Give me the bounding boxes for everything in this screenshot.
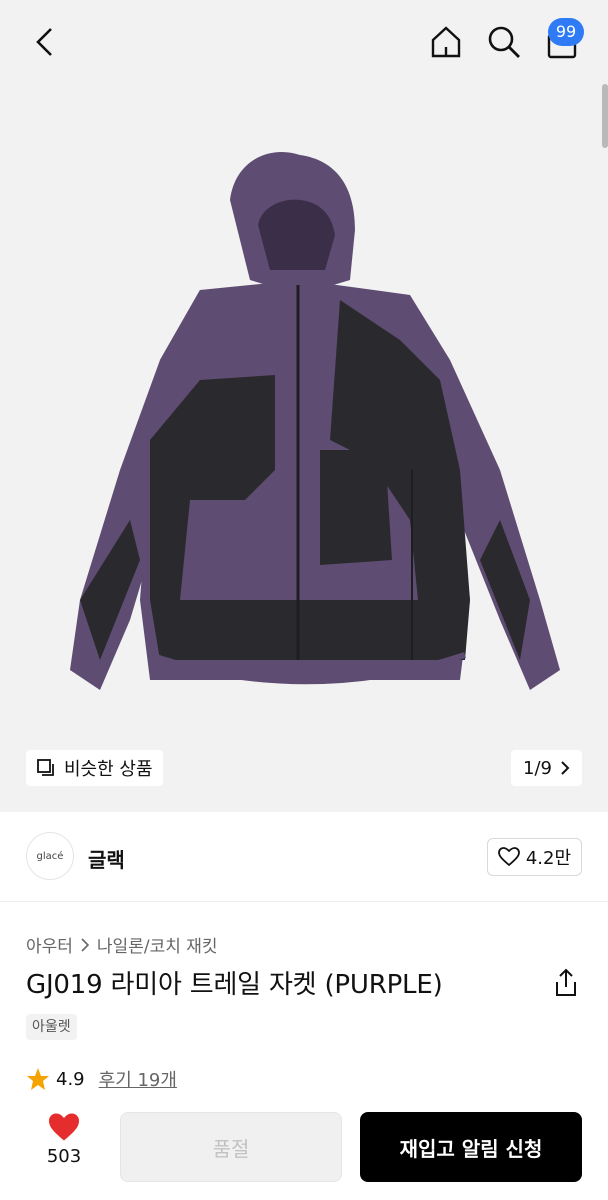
- heart-outline-icon: [497, 847, 520, 867]
- brand-logo-text: glacé: [36, 850, 64, 862]
- cart-count-badge: 99: [548, 18, 584, 46]
- scrollbar[interactable]: [602, 84, 608, 148]
- heart-filled-icon: [49, 1113, 79, 1141]
- restock-alert-button[interactable]: 재입고 알림 신청: [360, 1112, 582, 1182]
- breadcrumb: 아우터 나일론/코치 재킷: [26, 932, 218, 957]
- top-navigation-bar: 99: [0, 0, 608, 84]
- product-image-jacket: [0, 0, 608, 812]
- image-counter-button[interactable]: 1/9: [511, 750, 582, 786]
- image-counter-text: 1/9: [523, 757, 552, 779]
- outlet-tag: 아울렛: [26, 1014, 77, 1040]
- home-icon: [431, 26, 461, 58]
- similar-products-button[interactable]: 비슷한 상품: [26, 750, 163, 786]
- wishlist-count: 503: [46, 1146, 82, 1167]
- rating-row: 4.9 후기 19개: [26, 1066, 177, 1092]
- star-icon: [27, 1068, 49, 1090]
- share-button[interactable]: [552, 968, 580, 998]
- chevron-left-icon: [36, 28, 52, 56]
- brand-row: glacé 글랙 4.2만: [0, 812, 608, 902]
- home-button[interactable]: [426, 22, 466, 62]
- search-button[interactable]: [484, 22, 524, 62]
- wishlist-button[interactable]: 503: [40, 1112, 88, 1182]
- product-title: GJ019 라미아 트레일 자켓 (PURPLE): [26, 970, 443, 1000]
- rating-value: 4.9: [56, 1068, 85, 1090]
- brand-logo[interactable]: glacé: [26, 832, 74, 880]
- search-icon: [488, 26, 520, 58]
- review-count-link[interactable]: 후기 19개: [99, 1066, 177, 1092]
- brand-like-count: 4.2만: [525, 848, 571, 869]
- chevron-right-icon: [561, 761, 570, 775]
- chevron-right-icon: [81, 937, 89, 952]
- back-button[interactable]: [24, 24, 64, 60]
- breadcrumb-category[interactable]: 아우터: [26, 932, 73, 957]
- product-image-area[interactable]: [0, 0, 608, 812]
- soldout-button[interactable]: 품절: [120, 1112, 342, 1182]
- copy-icon: [37, 759, 54, 776]
- share-icon: [556, 968, 576, 996]
- similar-products-label: 비슷한 상품: [64, 759, 153, 780]
- brand-name[interactable]: 글랙: [88, 844, 125, 873]
- brand-like-button[interactable]: 4.2만: [486, 838, 582, 876]
- breadcrumb-subcategory[interactable]: 나일론/코치 재킷: [97, 932, 218, 957]
